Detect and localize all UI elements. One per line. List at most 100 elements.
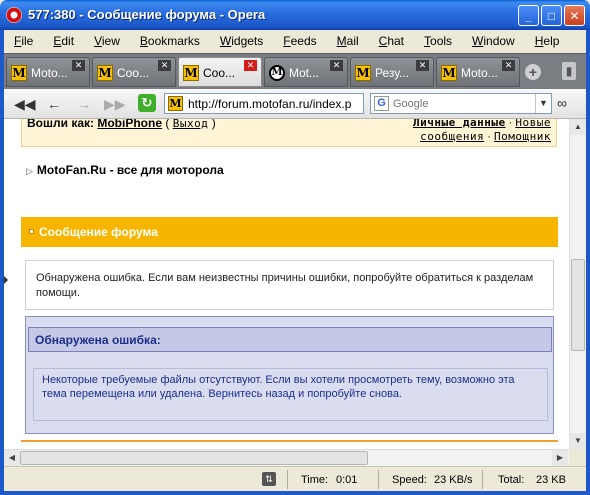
reload-icon[interactable]: ↻ — [138, 94, 156, 112]
scroll-up-icon[interactable]: ▲ — [570, 119, 586, 135]
status-separator — [287, 470, 288, 489]
motofan-icon: M — [168, 96, 183, 111]
helper-link[interactable]: Помощник — [494, 130, 551, 143]
tab-3-active[interactable]: M Соо... ✕ — [178, 57, 262, 87]
vertical-scrollbar[interactable]: ▲ ▼ — [569, 119, 586, 449]
tab-2[interactable]: M Соо... ✕ — [92, 57, 176, 87]
menu-file[interactable]: File — [4, 34, 43, 48]
fast-forward-icon[interactable]: ▶▶ — [104, 94, 126, 114]
new-tab-icon[interactable]: + — [525, 64, 541, 80]
error-box: Обнаружена ошибка: Некоторые требуемые ф… — [25, 316, 554, 434]
menu-bookmarks[interactable]: Bookmarks — [130, 34, 210, 48]
login-prefix: Вошли как: — [27, 119, 95, 130]
window-border-right — [586, 30, 590, 495]
network-icon[interactable]: ⇅ — [262, 472, 276, 486]
menu-feeds[interactable]: Feeds — [273, 34, 326, 48]
google-icon[interactable]: G — [374, 96, 389, 111]
window-title: 577:380 - Сообщение форума - Opera — [28, 7, 266, 22]
tab-close-icon[interactable]: ✕ — [502, 60, 515, 71]
tab-1[interactable]: M Moto... ✕ — [6, 57, 90, 87]
new-messages-link-part1[interactable]: Новые — [515, 119, 551, 129]
forum-title-text: MotoFan.Ru - все для моторола — [36, 163, 224, 177]
horizontal-scrollbar[interactable]: ◀ ▶ — [4, 449, 569, 466]
tab-close-icon[interactable]: ✕ — [244, 60, 257, 71]
user-bar: Вошли как: MobiPhone ( Выход ) Личные да… — [21, 119, 557, 147]
total-value: 23 KB — [536, 474, 566, 486]
error-title: Обнаружена ошибка: — [28, 327, 552, 352]
vertical-scroll-thumb[interactable] — [571, 259, 585, 351]
logout-link[interactable]: Выход — [173, 119, 209, 130]
zoom-glasses-icon[interactable]: ∞ — [557, 95, 583, 111]
close-button[interactable]: ✕ — [564, 5, 585, 26]
motofan-icon: M — [97, 65, 113, 81]
maximize-button[interactable]: □ — [541, 5, 562, 26]
tab-label: Резу... — [375, 66, 410, 80]
logout-open-paren: ( — [165, 119, 170, 130]
opera-icon — [6, 7, 22, 23]
username-link[interactable]: MobiPhone — [97, 119, 162, 130]
page-content: Вошли как: MobiPhone ( Выход ) Личные да… — [4, 119, 569, 449]
menu-edit[interactable]: Edit — [43, 34, 84, 48]
side-panel-arrow-icon[interactable] — [4, 276, 8, 284]
back-icon[interactable]: ← — [44, 94, 64, 114]
speed-value: 23 KB/s — [434, 474, 473, 486]
login-info: Вошли как: MobiPhone ( Выход ) — [27, 119, 216, 130]
user-links: Личные данные · Новые сообщения · Помощн… — [413, 119, 551, 144]
status-separator — [482, 470, 483, 489]
navigation-toolbar: ◀◀ ← → ▶▶ ↻ M http://forum.motofan.ru/in… — [4, 89, 586, 119]
section-header-text: Сообщение форума — [39, 225, 158, 239]
scrollbar-corner — [569, 449, 586, 466]
bullet-icon — [29, 229, 34, 234]
error-notice: Обнаружена ошибка. Если вам неизвестны п… — [25, 260, 554, 310]
tab-bar: M Moto... ✕ M Соо... ✕ M Соо... ✕ M Mot.… — [4, 53, 586, 89]
total-label: Total: — [498, 474, 525, 486]
scroll-down-icon[interactable]: ▼ — [570, 433, 586, 449]
menu-window[interactable]: Window — [462, 34, 525, 48]
menu-mail[interactable]: Mail — [327, 34, 369, 48]
window-border-bottom — [0, 491, 590, 495]
address-bar[interactable]: M http://forum.motofan.ru/index.p — [164, 93, 364, 114]
menu-chat[interactable]: Chat — [369, 34, 414, 48]
tab-label: Mot... — [289, 66, 320, 80]
scroll-right-icon[interactable]: ▶ — [552, 450, 568, 466]
divider — [21, 440, 558, 442]
chevron-down-icon[interactable]: ▼ — [535, 94, 551, 113]
trash-icon[interactable]: ▮ — [562, 62, 576, 80]
tab-label: Соо... — [203, 66, 236, 80]
status-bar: ⇅ Time: 0:01 Speed: 23 KB/s Total: 23 KB — [4, 466, 586, 491]
horizontal-scroll-thumb[interactable] — [20, 451, 368, 465]
tab-close-icon[interactable]: ✕ — [330, 60, 343, 71]
link-separator: · — [508, 119, 513, 129]
forward-icon[interactable]: → — [74, 94, 94, 114]
motofan-icon: M — [183, 65, 199, 81]
menu-widgets[interactable]: Widgets — [210, 34, 273, 48]
menu-tools[interactable]: Tools — [414, 34, 462, 48]
menu-view[interactable]: View — [84, 34, 130, 48]
motofan-icon: M — [11, 65, 27, 81]
time-label: Time: — [301, 474, 329, 486]
motofan-icon: M — [355, 65, 371, 81]
time-value: 0:01 — [336, 474, 358, 486]
logout-wrapper: ( Выход ) — [165, 119, 215, 130]
speed-label: Speed: — [392, 474, 427, 486]
link-separator: · — [487, 131, 491, 143]
search-input[interactable] — [393, 96, 528, 111]
tab-4[interactable]: M Mot... ✕ — [264, 57, 348, 87]
motofan-icon: M — [441, 65, 457, 81]
scroll-left-icon[interactable]: ◀ — [4, 450, 20, 466]
tab-6[interactable]: M Moto... ✕ — [436, 57, 520, 87]
new-messages-link-part2[interactable]: сообщения — [420, 130, 484, 143]
tab-close-icon[interactable]: ✕ — [158, 60, 171, 71]
address-url[interactable]: http://forum.motofan.ru/index.p — [188, 97, 353, 111]
rewind-icon[interactable]: ◀◀ — [14, 94, 36, 114]
tab-close-icon[interactable]: ✕ — [416, 60, 429, 71]
forum-title[interactable]: ▷ MotoFan.Ru - все для моторола — [26, 163, 224, 177]
motorola-icon: M — [269, 65, 285, 81]
menu-help[interactable]: Help — [525, 34, 570, 48]
tab-close-icon[interactable]: ✕ — [72, 60, 85, 71]
tab-5[interactable]: M Резу... ✕ — [350, 57, 434, 87]
personal-data-link[interactable]: Личные данные — [413, 119, 506, 129]
search-box[interactable]: G ▼ — [370, 93, 552, 114]
minimize-button[interactable]: _ — [518, 5, 539, 26]
status-separator — [378, 470, 379, 489]
